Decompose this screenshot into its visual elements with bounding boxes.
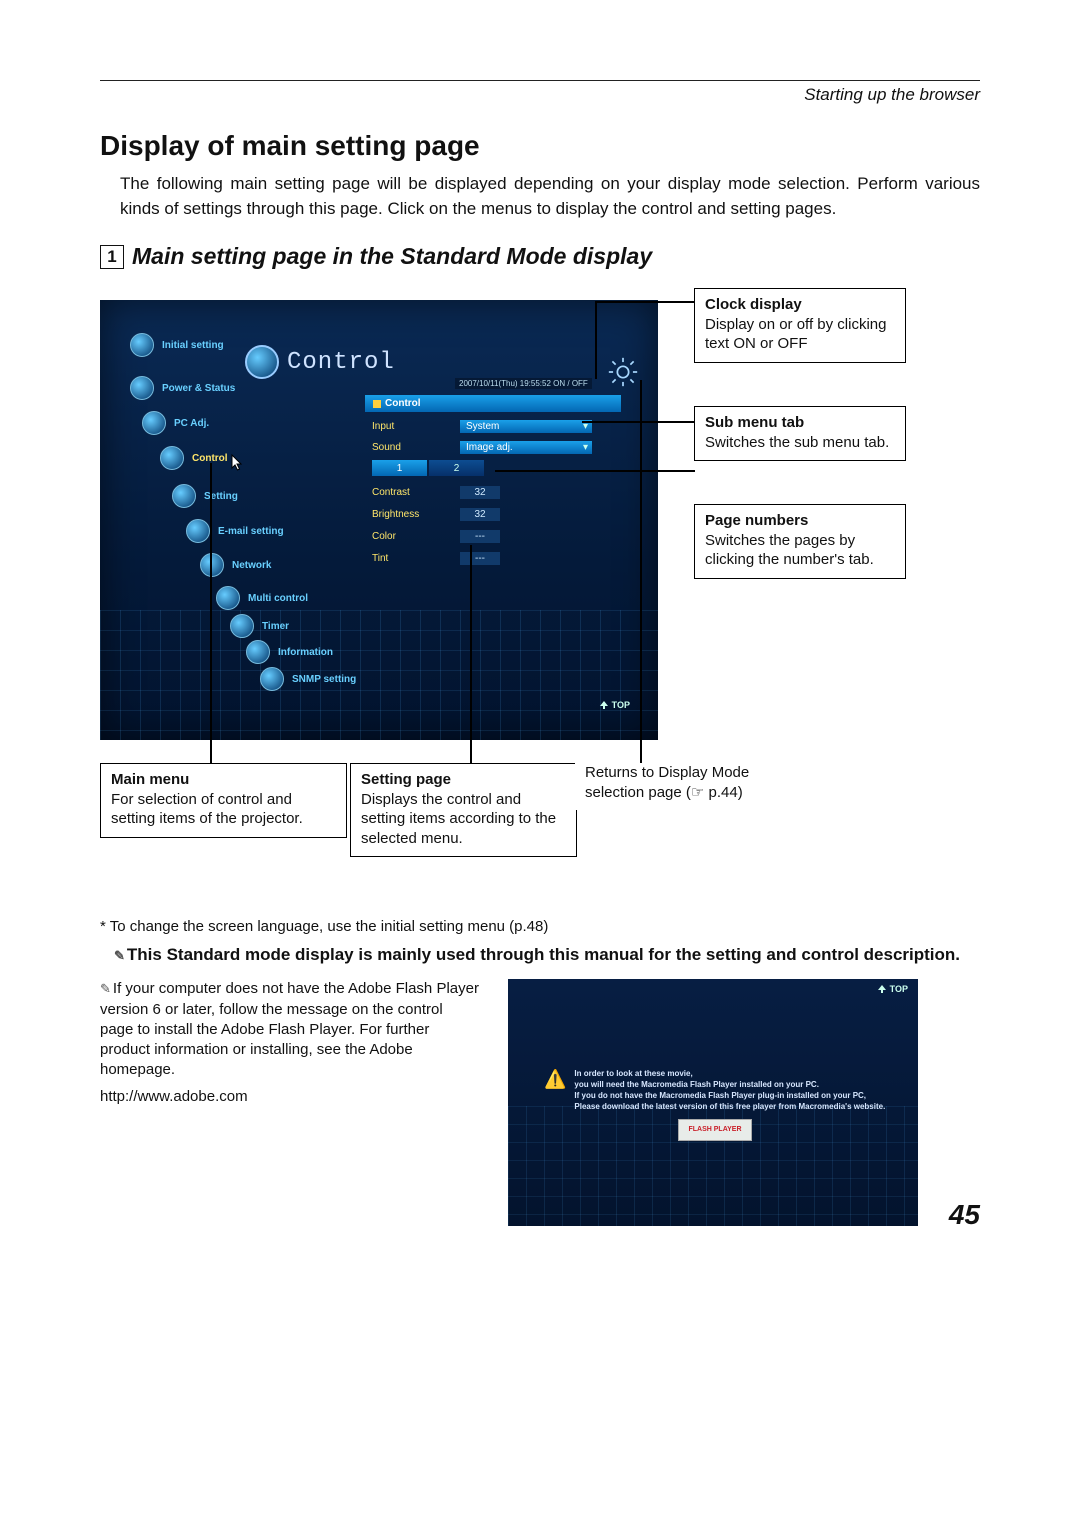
top-arrow-icon: [599, 700, 609, 710]
page-tabs: 1 2: [372, 460, 484, 476]
row-brightness: Brightness 32: [372, 505, 500, 523]
sidebar-item-power-status[interactable]: Power & Status: [130, 376, 235, 400]
cursor-icon: [230, 454, 244, 472]
ui-grid-bg: [100, 610, 658, 740]
footnote-language: * To change the screen language, use the…: [100, 918, 980, 935]
callout-settingpage: Setting page Displays the control and se…: [350, 763, 577, 857]
warning-icon: ⚠️: [544, 1069, 566, 1090]
input-select[interactable]: System: [460, 420, 592, 433]
submenu-dot-icon: [373, 400, 381, 408]
callout-submenu: Sub menu tab Switches the sub menu tab.: [694, 406, 906, 461]
brightness-value[interactable]: 32: [460, 508, 500, 521]
subheading: 1 Main setting page in the Standard Mode…: [100, 243, 980, 270]
adobe-url: http://www.adobe.com: [100, 1087, 480, 1107]
page-tab-1[interactable]: 1: [372, 460, 427, 476]
callout-clock: Clock display Display on or off by click…: [694, 288, 906, 363]
lead-setting: [470, 545, 472, 763]
lead-pagenums: [495, 470, 695, 472]
projector-ui-screenshot: Control 2007/10/11(Thu) 19:55:52 ON / OF…: [100, 300, 658, 740]
sidebar-item-timer[interactable]: Timer: [230, 614, 289, 638]
control-header-icon: [245, 345, 279, 379]
pencil-icon: ✎: [114, 948, 125, 963]
lead-clock: [595, 301, 695, 303]
row-input: Input System: [372, 417, 592, 435]
row-sound: Sound Image adj.: [372, 438, 592, 456]
subhead-text: Main setting page in the Standard Mode d…: [132, 243, 652, 270]
contrast-value[interactable]: 32: [460, 486, 500, 499]
submenu-label: Control: [385, 398, 421, 409]
top-arrow-icon: [877, 984, 887, 994]
pencil-icon: ✎: [100, 981, 111, 996]
callout-pagenums: Page numbers Switches the pages by click…: [694, 504, 906, 579]
lead-mainmenu: [210, 463, 212, 763]
tint-value[interactable]: ---: [460, 552, 500, 565]
color-value[interactable]: ---: [460, 530, 500, 543]
top-return-link-mini[interactable]: TOP: [877, 984, 908, 994]
page-number: 45: [949, 1199, 980, 1231]
control-header-title: Control: [287, 349, 395, 376]
row-color: Color ---: [372, 527, 500, 545]
sidebar-item-email[interactable]: E-mail setting: [186, 519, 284, 543]
row-tint: Tint ---: [372, 549, 500, 567]
sidebar-item-snmp[interactable]: SNMP setting: [260, 667, 356, 691]
sidebar-item-initial-setting[interactable]: Initial setting: [130, 333, 224, 357]
subhead-number-box: 1: [100, 245, 124, 269]
row-contrast: Contrast 32: [372, 483, 500, 501]
section-header: Starting up the browser: [100, 85, 980, 105]
sidebar-item-multi-control[interactable]: Multi control: [216, 586, 308, 610]
control-header: Control: [245, 345, 395, 379]
standard-mode-note: ✎This Standard mode display is mainly us…: [134, 945, 980, 965]
callout-returns: Returns to Display Mode selection page (…: [575, 763, 775, 810]
intro-paragraph: The following main setting page will be …: [120, 172, 980, 221]
get-flash-player-button[interactable]: FLASH PLAYER: [678, 1119, 752, 1141]
sound-select[interactable]: Image adj.: [460, 441, 592, 454]
lead-submenu: [582, 421, 695, 423]
page-title: Display of main setting page: [100, 130, 980, 162]
flash-message-text: In order to look at these movie, you wil…: [574, 1069, 885, 1112]
sidebar-item-information[interactable]: Information: [246, 640, 333, 664]
display-mode-icon[interactable]: [603, 352, 643, 392]
submenu-tab[interactable]: Control: [365, 395, 621, 412]
page-tab-2[interactable]: 2: [429, 460, 484, 476]
flash-note: ✎If your computer does not have the Adob…: [100, 979, 480, 1080]
flash-missing-screenshot: TOP ⚠️ In order to look at these movie, …: [508, 979, 918, 1226]
sidebar-item-setting[interactable]: Setting: [172, 484, 238, 508]
annotated-figure: Control 2007/10/11(Thu) 19:55:52 ON / OF…: [100, 288, 980, 888]
sidebar-item-control[interactable]: Control: [160, 446, 228, 470]
clock-display-text[interactable]: 2007/10/11(Thu) 19:55:52 ON / OFF: [455, 378, 592, 389]
callout-mainmenu: Main menu For selection of control and s…: [100, 763, 347, 838]
sidebar-item-pc-adj[interactable]: PC Adj.: [142, 411, 209, 435]
lead-returns: [640, 380, 642, 763]
top-return-link[interactable]: TOP: [599, 700, 630, 710]
